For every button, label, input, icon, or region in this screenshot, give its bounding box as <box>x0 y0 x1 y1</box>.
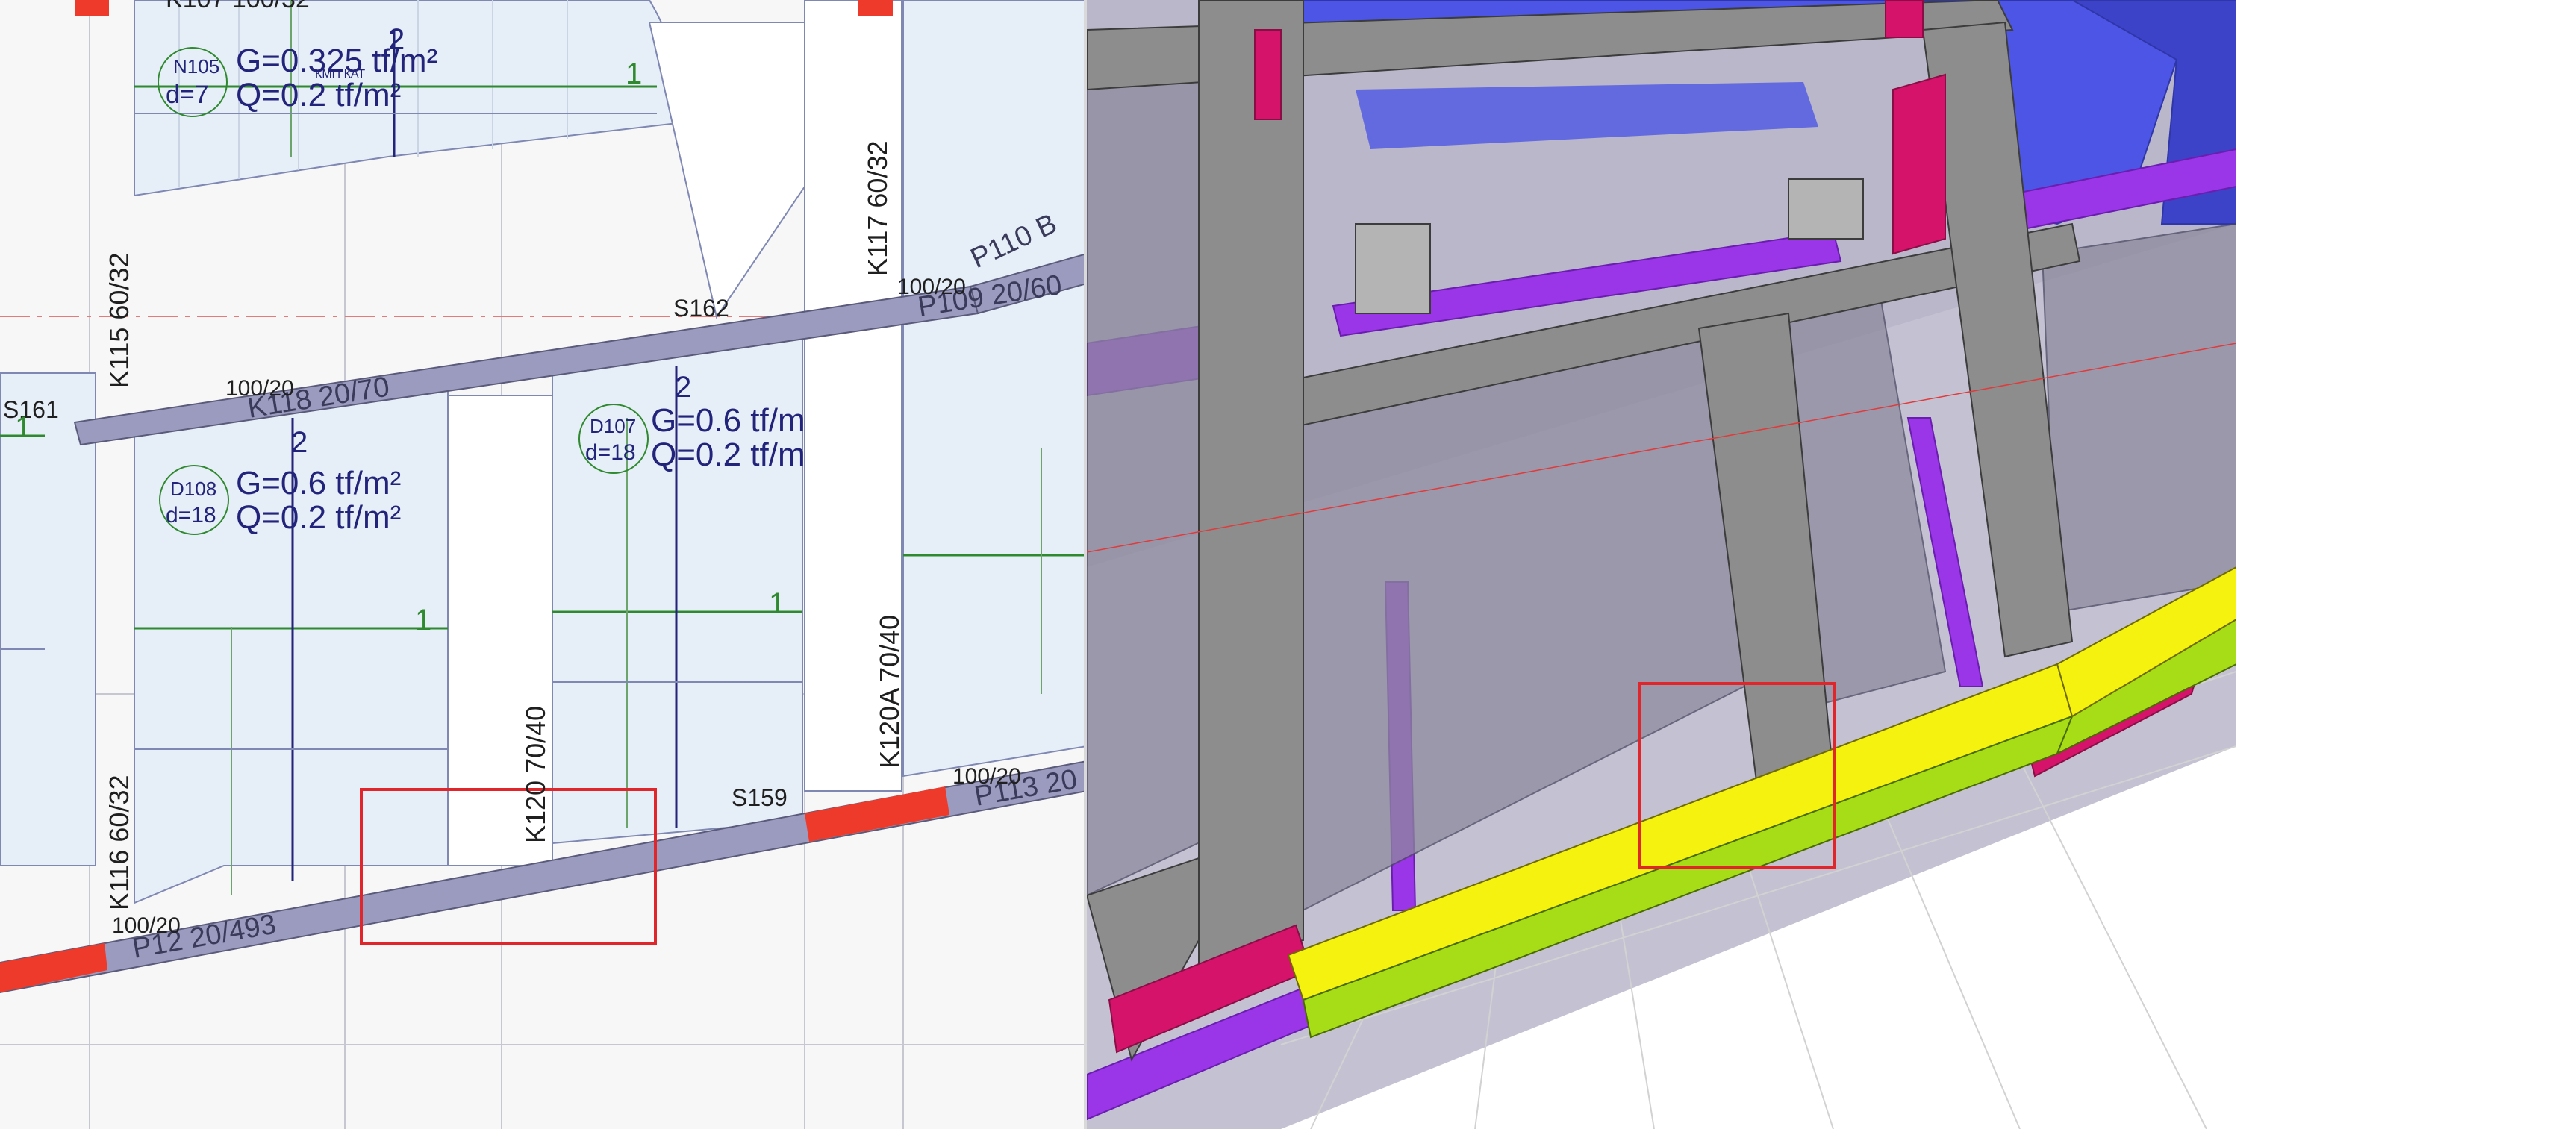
label-offset-3: 100/20 <box>112 913 181 938</box>
label-direction-2-left: 2 <box>291 426 308 459</box>
label-direction-1-edge: 1 <box>15 411 31 444</box>
label-offset-4: 100/20 <box>952 764 1021 789</box>
slab-d107-thickness: d=18 <box>585 440 636 465</box>
label-k120a: K120A 70/40 <box>874 615 905 769</box>
slab-n105-thickness: d=7 <box>166 81 209 109</box>
slab-d107-q-load: Q=0.2 tf/m <box>651 437 805 473</box>
slab-d107-id: D107 <box>590 415 636 437</box>
label-direction-1-right: 1 <box>769 587 785 620</box>
slab-n105-note: КМП КАТ <box>315 68 365 81</box>
blank-area <box>2236 0 2576 1129</box>
blue-mid-beam <box>1356 82 1818 149</box>
label-k115: K115 60/32 <box>104 253 134 389</box>
label-k116: K116 60/32 <box>104 775 134 911</box>
plan-view[interactable]: K107 100/32 N105 d=7 G=0.325 tf/m² Q=0.2… <box>0 0 1087 1129</box>
label-direction-2-right: 2 <box>675 371 691 404</box>
slab-d107-g-load: G=0.6 tf/m <box>651 402 805 439</box>
slab-d108-g-load: G=0.6 tf/m² <box>236 465 401 501</box>
void-top <box>648 22 805 319</box>
label-support-s162: S162 <box>673 295 729 322</box>
label-support-s159: S159 <box>732 784 788 811</box>
label-offset-1: 100/20 <box>225 376 294 401</box>
slab-d108-thickness: d=18 <box>166 503 216 528</box>
slab-d108-id: D108 <box>170 478 216 500</box>
slab-d108-q-load: Q=0.2 tf/m² <box>236 499 401 536</box>
label-direction-1-left: 1 <box>415 604 431 637</box>
label-direction-1-top: 1 <box>626 57 642 90</box>
label-k120: K120 70/40 <box>520 706 551 843</box>
label-direction-2-top: 2 <box>388 23 405 56</box>
slab-n105-q-load: Q=0.2 tf/m² <box>236 77 401 113</box>
label-top-beam: K107 100/32 <box>166 0 310 13</box>
model-3d-view[interactable] <box>1087 0 2236 1129</box>
label-k117: K117 60/32 <box>862 141 893 277</box>
label-offset-2: 100/20 <box>897 275 966 299</box>
slab-n105-id: N105 <box>173 55 219 78</box>
